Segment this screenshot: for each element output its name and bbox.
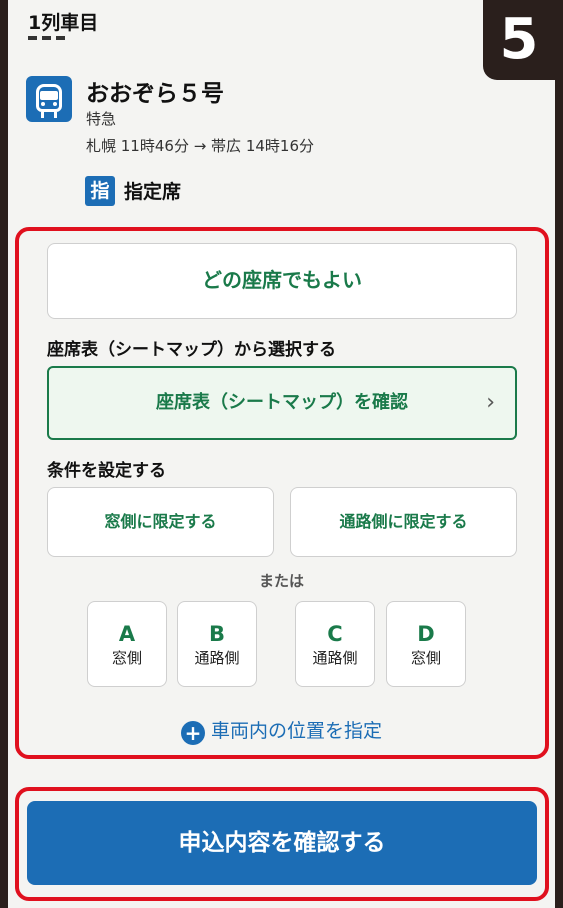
or-label: または bbox=[258, 572, 304, 590]
train-route-time: 札幌 11時46分 → 帯広 14時16分 bbox=[86, 137, 314, 155]
train-type: 特急 bbox=[86, 110, 117, 128]
seat-b-button[interactable]: B 通路側 bbox=[177, 601, 257, 687]
chevron-right-icon: › bbox=[486, 390, 495, 415]
seat-position: 窓側 bbox=[410, 649, 441, 667]
seat-letter: A bbox=[118, 622, 136, 646]
seat-position: 通路側 bbox=[194, 649, 240, 667]
seat-position: 通路側 bbox=[312, 649, 358, 667]
seat-kind-label: 指定席 bbox=[124, 181, 182, 203]
conditions-section-title: 条件を設定する bbox=[47, 461, 166, 481]
train-icon bbox=[26, 76, 72, 122]
seat-d-button[interactable]: D 窓側 bbox=[386, 601, 466, 687]
seat-a-button[interactable]: A 窓側 bbox=[87, 601, 167, 687]
seatmap-button[interactable]: 座席表（シートマップ）を確認 › bbox=[47, 366, 517, 440]
aisle-only-button[interactable]: 通路側に限定する bbox=[290, 487, 517, 557]
seat-letter: B bbox=[208, 622, 225, 646]
seat-letter: D bbox=[417, 622, 435, 646]
car-position-link[interactable]: + 車両内の位置を指定 bbox=[8, 716, 555, 745]
seat-letter: C bbox=[327, 622, 343, 646]
car-position-link-label: 車両内の位置を指定 bbox=[210, 720, 382, 742]
car-divider bbox=[28, 36, 68, 40]
reserved-seat-icon: 指 bbox=[85, 176, 115, 206]
car-label: 1列車目 bbox=[28, 12, 99, 34]
any-seat-button[interactable]: どの座席でもよい bbox=[47, 243, 517, 319]
step-badge: 5 bbox=[483, 0, 555, 80]
app-frame: 1列車目 5 おおぞら５号 特急 札幌 11時46分 → 帯広 14時16分 指… bbox=[8, 0, 555, 908]
seat-position: 窓側 bbox=[111, 649, 142, 667]
seatmap-section-title: 座席表（シートマップ）から選択する bbox=[47, 340, 336, 360]
seat-c-button[interactable]: C 通路側 bbox=[295, 601, 375, 687]
train-name: おおぞら５号 bbox=[86, 81, 224, 107]
seatmap-button-label: 座席表（シートマップ）を確認 bbox=[156, 392, 408, 413]
confirm-application-button[interactable]: 申込内容を確認する bbox=[27, 801, 537, 885]
plus-circle-icon: + bbox=[180, 721, 205, 745]
window-only-button[interactable]: 窓側に限定する bbox=[47, 487, 274, 557]
